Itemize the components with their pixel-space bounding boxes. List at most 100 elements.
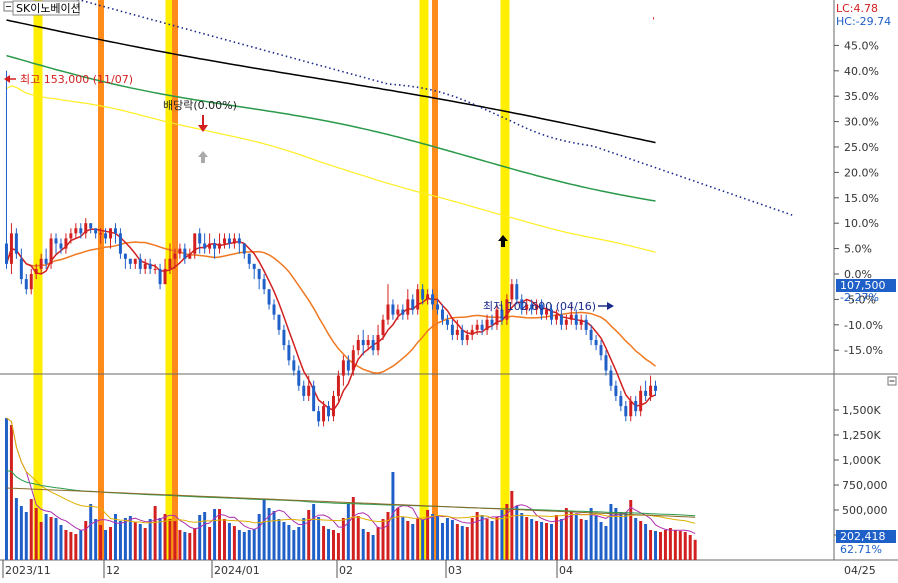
volume-bar-65 xyxy=(327,529,331,560)
candle-body-1 xyxy=(9,233,13,264)
volume-bar-46 xyxy=(232,526,236,560)
candle-body-119 xyxy=(594,340,598,346)
volume-bar-90 xyxy=(450,520,454,560)
candle-body-120 xyxy=(599,345,603,356)
volume-bar-111 xyxy=(554,515,558,560)
price-tick-label-5: 20.0% xyxy=(844,166,879,179)
price-tick-label-3: 30.0% xyxy=(844,116,879,129)
volume-bar-88 xyxy=(440,523,444,560)
price-tick-label-0: 45.0% xyxy=(844,39,879,52)
volume-bar-9 xyxy=(49,517,53,560)
candle-body-93 xyxy=(465,334,469,341)
volume-bar-67 xyxy=(336,533,340,560)
candle-body-113 xyxy=(564,319,568,325)
lc-readout: LC:4.78 xyxy=(836,2,878,15)
candle-body-5 xyxy=(29,274,33,290)
volume-bar-74 xyxy=(371,535,375,560)
candle-body-35 xyxy=(178,248,182,254)
corner-tick: ' xyxy=(652,16,655,27)
volume-bar-77 xyxy=(386,512,390,560)
candle-body-125 xyxy=(624,406,628,417)
volume-bar-20 xyxy=(104,530,108,560)
volume-bar-2 xyxy=(14,498,18,560)
time-tick-label-4: 03 xyxy=(448,564,462,577)
volume-bar-4 xyxy=(24,512,28,560)
volume-bar-52 xyxy=(262,499,266,560)
volume-bar-30 xyxy=(153,506,157,560)
candle-body-49 xyxy=(247,253,251,264)
stock-chart[interactable]: 45.0% 40.0% 35.0% 30.0% 25.0% 20.0% 15.0% 10.0%… xyxy=(0,0,898,580)
candle-body-84 xyxy=(421,289,425,300)
volume-bar-28 xyxy=(143,528,147,560)
time-tick-label-3: 02 xyxy=(339,564,353,577)
volume-bar-59 xyxy=(297,527,301,560)
volume-bar-14 xyxy=(74,534,78,560)
volume-bar-97 xyxy=(485,519,489,560)
candle-body-112 xyxy=(559,314,563,325)
volume-bar-139 xyxy=(693,539,697,560)
price-tick-label-11: -10.0% xyxy=(844,319,883,332)
candle-body-86 xyxy=(431,294,435,305)
volume-bar-96 xyxy=(480,515,484,560)
volume-bar-131 xyxy=(654,531,658,560)
candle-body-10 xyxy=(54,238,58,244)
volume-tick-label-2: 1,000K xyxy=(842,454,881,467)
volume-bar-34 xyxy=(173,521,177,560)
candle-body-126 xyxy=(629,401,633,417)
volume-bar-121 xyxy=(604,526,608,560)
candle-body-3 xyxy=(19,258,23,280)
volume-bar-55 xyxy=(277,519,281,560)
candle-body-68 xyxy=(341,360,345,376)
candle-body-17 xyxy=(89,223,93,229)
volume-tick-label-4: 500,000 xyxy=(842,504,888,517)
candle-body-123 xyxy=(614,385,618,396)
volume-bar-71 xyxy=(356,516,360,560)
candle-body-66 xyxy=(331,395,335,417)
candle-body-103 xyxy=(515,284,519,300)
volume-bar-38 xyxy=(193,528,197,560)
candle-body-124 xyxy=(619,395,623,407)
volume-bar-1 xyxy=(9,425,13,560)
price-tick-label-1: 40.0% xyxy=(844,65,879,78)
volume-bar-73 xyxy=(366,532,370,560)
volume-bar-7 xyxy=(39,522,43,560)
candle-body-40 xyxy=(203,243,207,249)
volume-bar-135 xyxy=(673,530,677,560)
volume-bar-23 xyxy=(118,521,122,560)
volume-bar-98 xyxy=(490,521,494,560)
volume-bar-6 xyxy=(34,508,38,560)
candle-body-92 xyxy=(460,329,464,341)
volume-bar-5 xyxy=(29,499,33,560)
candle-body-45 xyxy=(227,238,231,244)
volume-bar-82 xyxy=(411,524,415,560)
hc-readout: HC:-29.74 xyxy=(836,15,891,28)
candle-body-41 xyxy=(208,243,212,249)
candle-body-19 xyxy=(99,233,103,235)
candle-body-23 xyxy=(118,233,122,254)
candle-body-38 xyxy=(193,233,197,254)
volume-bar-136 xyxy=(678,531,682,560)
candle-body-50 xyxy=(252,263,256,269)
volume-bar-110 xyxy=(549,524,553,560)
candle-body-78 xyxy=(391,304,395,315)
volume-bar-76 xyxy=(381,519,385,560)
volume-bar-36 xyxy=(183,532,187,560)
volume-bar-86 xyxy=(431,514,435,560)
candle-body-48 xyxy=(242,243,246,254)
chart-svg[interactable]: 45.0% 40.0% 35.0% 30.0% 25.0% 20.0% 15.0% 10.0%… xyxy=(0,0,898,580)
volume-bar-89 xyxy=(445,518,449,560)
candle-body-130 xyxy=(649,385,653,396)
time-tick-label-2: 2024/01 xyxy=(214,564,260,577)
volume-bar-127 xyxy=(634,518,638,560)
volume-bar-108 xyxy=(540,522,544,560)
candle-body-43 xyxy=(218,243,222,249)
candle-body-33 xyxy=(168,258,172,269)
volume-bar-8 xyxy=(44,514,48,560)
candle-body-4 xyxy=(24,279,28,290)
candle-body-51 xyxy=(257,268,261,280)
candle-body-6 xyxy=(34,268,38,274)
volume-bar-125 xyxy=(624,513,628,560)
candle-body-11 xyxy=(59,243,63,249)
candle-body-29 xyxy=(148,263,152,269)
candle-body-9 xyxy=(49,238,53,264)
